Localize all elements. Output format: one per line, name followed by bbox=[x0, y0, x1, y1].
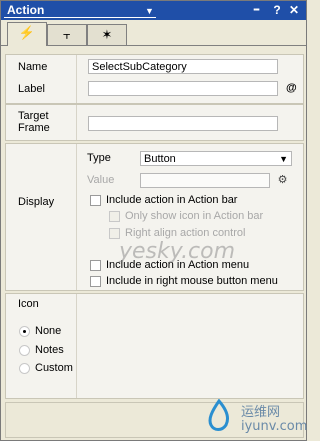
chevron-down-icon: ▼ bbox=[279, 154, 288, 164]
target-label-line1: Target bbox=[18, 110, 49, 122]
display-label: Display bbox=[18, 196, 55, 208]
value-label: Value bbox=[87, 174, 115, 186]
only-show-icon-checkbox[interactable] bbox=[109, 211, 120, 222]
include-action-menu-checkbox[interactable] bbox=[90, 260, 101, 271]
iyunv-cn-watermark: 运维网 bbox=[241, 405, 281, 420]
gear-icon[interactable]: ⚙ bbox=[276, 174, 289, 187]
target-frame-input[interactable] bbox=[88, 116, 278, 131]
section-divider bbox=[76, 294, 77, 398]
settings-icon: ✶ bbox=[101, 27, 113, 42]
display-section: Display Type Button ▼ Value ⚙ Include ac… bbox=[5, 143, 304, 291]
icon-custom-radio[interactable] bbox=[19, 363, 30, 374]
iyunv-logo-icon bbox=[208, 399, 230, 431]
icon-none-label: None bbox=[35, 325, 62, 337]
icon-none-radio[interactable] bbox=[19, 326, 30, 337]
only-show-icon-label: Only show icon in Action bar bbox=[125, 210, 264, 222]
tab-action-lightning[interactable]: ⚡ bbox=[7, 22, 47, 46]
title-bar: Action ▼ ▪▪▪ ? ✕ bbox=[1, 1, 306, 20]
section-divider bbox=[76, 105, 77, 140]
type-select[interactable]: Button ▼ bbox=[140, 151, 292, 166]
section-divider bbox=[76, 144, 77, 290]
tab-settings[interactable]: ✶ bbox=[87, 24, 127, 45]
name-input[interactable]: SelectSubCategory bbox=[88, 59, 278, 74]
lightning-icon: ⚡ bbox=[18, 25, 36, 40]
chevron-down-icon: ▼ bbox=[145, 6, 154, 16]
panel-title: Action bbox=[7, 3, 45, 17]
target-section: Target Frame bbox=[5, 104, 304, 141]
icon-label: Icon bbox=[18, 298, 39, 310]
yesky-watermark: yesky.com bbox=[119, 239, 236, 264]
iyunv-watermark: iyunv.com bbox=[241, 419, 308, 434]
section-divider bbox=[76, 55, 77, 103]
type-label: Type bbox=[87, 152, 111, 164]
title-dropdown[interactable]: Action ▼ bbox=[4, 3, 156, 18]
label-input[interactable] bbox=[88, 81, 278, 96]
value-input[interactable] bbox=[140, 173, 270, 188]
icon-section: Icon None Notes Custom bbox=[5, 293, 304, 399]
icon-notes-radio[interactable] bbox=[19, 345, 30, 356]
right-align-label: Right align action control bbox=[125, 227, 246, 239]
menu-dots-icon[interactable]: ▪▪▪ bbox=[249, 2, 263, 18]
tab-link[interactable]: ⫟ bbox=[47, 24, 87, 45]
help-icon[interactable]: ? bbox=[270, 2, 284, 18]
include-action-bar-label: Include action in Action bar bbox=[106, 194, 238, 206]
include-right-mouse-checkbox[interactable] bbox=[90, 276, 101, 287]
link-icon: ⫟ bbox=[63, 27, 71, 42]
name-label: Name bbox=[18, 61, 48, 73]
include-action-bar-checkbox[interactable] bbox=[90, 195, 101, 206]
include-right-mouse-label: Include in right mouse button menu bbox=[106, 275, 278, 287]
at-icon[interactable]: @ bbox=[286, 82, 297, 94]
icon-notes-label: Notes bbox=[35, 344, 64, 356]
right-align-checkbox[interactable] bbox=[109, 228, 120, 239]
close-icon[interactable]: ✕ bbox=[287, 2, 301, 18]
tab-strip: ⚡ ⫟ ✶ bbox=[1, 20, 306, 46]
name-section: Name SelectSubCategory Label @ bbox=[5, 54, 304, 104]
target-label-line2: Frame bbox=[18, 122, 50, 134]
label-label: Label bbox=[18, 83, 45, 95]
type-select-value: Button bbox=[144, 153, 176, 165]
action-properties-panel: Action ▼ ▪▪▪ ? ✕ ⚡ ⫟ ✶ Name SelectSubCat… bbox=[0, 0, 307, 441]
icon-custom-label: Custom bbox=[35, 362, 73, 374]
